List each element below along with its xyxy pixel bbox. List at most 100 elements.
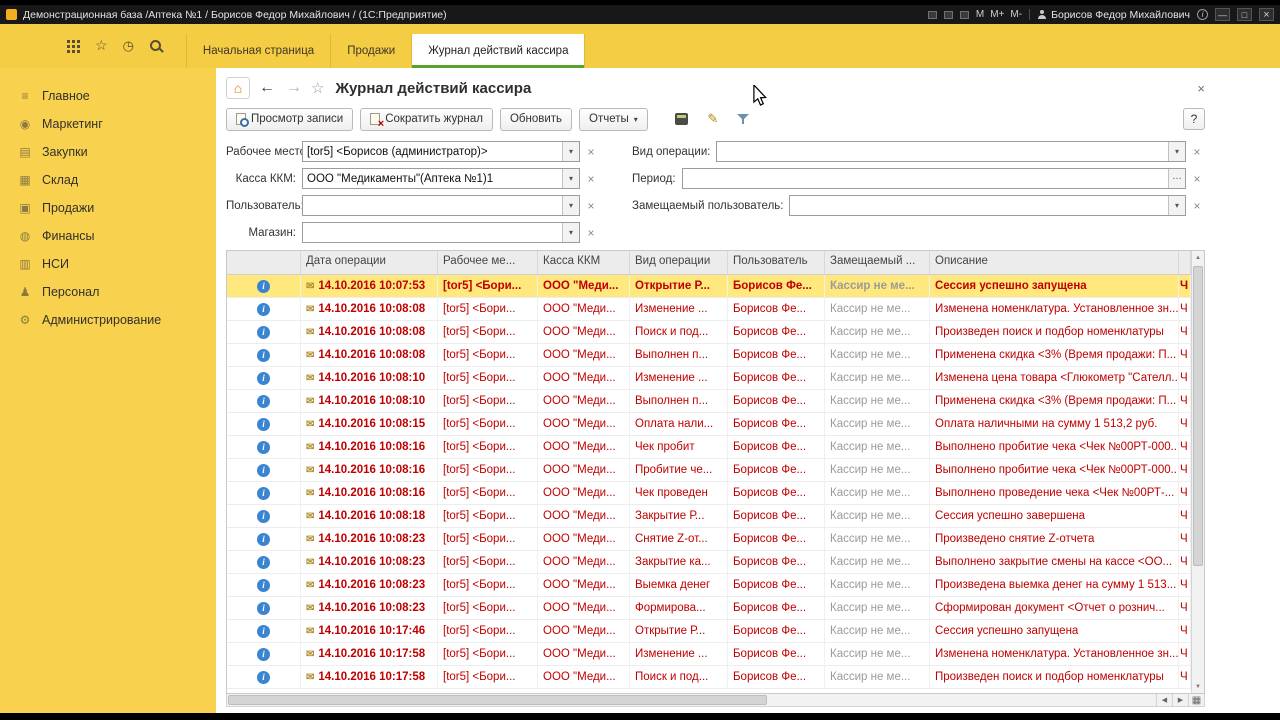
- table-row-4[interactable]: 14.10.2016 10:08:10[tor5] <Бори...ООО "М…: [227, 367, 1191, 390]
- clear-button[interactable]: [583, 226, 599, 240]
- table-row-13[interactable]: 14.10.2016 10:08:23[tor5] <Бори...ООО "М…: [227, 574, 1191, 597]
- column-header-2[interactable]: Рабочее ме...: [438, 251, 538, 274]
- filter-field[interactable]: [789, 195, 1186, 216]
- minimize-button[interactable]: [1215, 8, 1230, 21]
- sidebar-item-0[interactable]: ≡Главное: [0, 82, 216, 110]
- dropdown-button[interactable]: [562, 169, 579, 188]
- reports-button[interactable]: Отчеты: [579, 108, 648, 131]
- forward-button[interactable]: [284, 79, 304, 97]
- dropdown-button[interactable]: [562, 196, 579, 215]
- back-button[interactable]: [257, 79, 277, 97]
- column-header-0[interactable]: [227, 251, 301, 274]
- column-header-8[interactable]: [1179, 251, 1191, 274]
- memory-button-0[interactable]: М: [976, 9, 984, 20]
- vscroll-thumb[interactable]: [1193, 266, 1203, 566]
- table-row-11[interactable]: 14.10.2016 10:08:23[tor5] <Бори...ООО "М…: [227, 528, 1191, 551]
- clear-button[interactable]: [583, 172, 599, 186]
- table-row-3[interactable]: 14.10.2016 10:08:08[tor5] <Бори...ООО "М…: [227, 344, 1191, 367]
- ellipsis-button[interactable]: [1168, 169, 1185, 188]
- sidebar-item-3[interactable]: ▦Склад: [0, 166, 216, 194]
- favorites-star-icon[interactable]: [95, 37, 108, 55]
- add-favorite-icon[interactable]: [311, 79, 324, 97]
- table-row-15[interactable]: 14.10.2016 10:17:46[tor5] <Бори...ООО "М…: [227, 620, 1191, 643]
- dropdown-button[interactable]: [562, 223, 579, 242]
- view-record-button[interactable]: Просмотр записи: [226, 108, 353, 131]
- table-row-5[interactable]: 14.10.2016 10:08:10[tor5] <Бори...ООО "М…: [227, 390, 1191, 413]
- history-icon[interactable]: [123, 37, 134, 55]
- memory-button-1[interactable]: М+: [990, 9, 1004, 20]
- filter-field[interactable]: [302, 222, 580, 243]
- clear-button[interactable]: [1189, 145, 1205, 159]
- table-settings-icon[interactable]: [1188, 694, 1204, 706]
- hscroll-thumb[interactable]: [228, 695, 767, 705]
- column-header-1[interactable]: Дата операции: [301, 251, 438, 274]
- table-row-8[interactable]: 14.10.2016 10:08:16[tor5] <Бори...ООО "М…: [227, 459, 1191, 482]
- scroll-right-icon[interactable]: [1172, 694, 1188, 706]
- sidebar-item-7[interactable]: ♟Персонал: [0, 278, 216, 306]
- search-icon[interactable]: [149, 39, 164, 54]
- column-header-3[interactable]: Касса ККМ: [538, 251, 630, 274]
- table-row-10[interactable]: 14.10.2016 10:08:18[tor5] <Бори...ООО "М…: [227, 505, 1191, 528]
- maximize-button[interactable]: [1237, 8, 1252, 21]
- tab-1[interactable]: Продажи: [331, 34, 412, 68]
- dropdown-button[interactable]: [562, 142, 579, 161]
- kkm-device-button[interactable]: [670, 108, 694, 131]
- sidebar-item-6[interactable]: ▥НСИ: [0, 250, 216, 278]
- clear-button[interactable]: [583, 199, 599, 213]
- clear-button[interactable]: [583, 145, 599, 159]
- dropdown-button[interactable]: [1168, 196, 1185, 215]
- close-window-button[interactable]: [1259, 8, 1274, 21]
- filter-field[interactable]: [682, 168, 1186, 189]
- horizontal-scrollbar[interactable]: [226, 694, 1205, 707]
- table-row-16[interactable]: 14.10.2016 10:17:58[tor5] <Бори...ООО "М…: [227, 643, 1191, 666]
- current-user-button[interactable]: Борисов Федор Михайлович: [1037, 9, 1190, 21]
- dropdown-button[interactable]: [1168, 142, 1185, 161]
- filter-button[interactable]: [732, 108, 756, 131]
- user-cell: Борисов Фе...: [728, 275, 825, 297]
- edit-button[interactable]: [701, 108, 725, 131]
- sidebar-item-2[interactable]: ▤Закупки: [0, 138, 216, 166]
- sidebar-item-1[interactable]: ◉Маркетинг: [0, 110, 216, 138]
- memory-button-2[interactable]: М-: [1010, 9, 1022, 20]
- refresh-button[interactable]: Обновить: [500, 108, 572, 131]
- tab-0[interactable]: Начальная страница: [186, 34, 331, 68]
- scroll-down-icon[interactable]: [1192, 680, 1204, 693]
- tab-2[interactable]: Журнал действий кассира: [412, 34, 585, 68]
- table-row-12[interactable]: 14.10.2016 10:08:23[tor5] <Бори...ООО "М…: [227, 551, 1191, 574]
- scroll-up-icon[interactable]: [1192, 251, 1204, 264]
- panel-icon-3[interactable]: [960, 11, 969, 19]
- filter-field[interactable]: ООО "Медикаменты"(Аптека №1)1: [302, 168, 580, 189]
- main-menu-grid-icon[interactable]: [66, 39, 80, 53]
- clear-button[interactable]: [1189, 199, 1205, 213]
- column-header-5[interactable]: Пользователь: [728, 251, 825, 274]
- table-row-0[interactable]: 14.10.2016 10:07:53[tor5] <Бори...ООО "М…: [227, 275, 1191, 298]
- column-header-4[interactable]: Вид операции: [630, 251, 728, 274]
- vscroll-track[interactable]: [1192, 264, 1204, 680]
- sidebar-item-4[interactable]: ▣Продажи: [0, 194, 216, 222]
- table-row-6[interactable]: 14.10.2016 10:08:15[tor5] <Бори...ООО "М…: [227, 413, 1191, 436]
- help-button[interactable]: ?: [1183, 108, 1205, 130]
- table-row-14[interactable]: 14.10.2016 10:08:23[tor5] <Бори...ООО "М…: [227, 597, 1191, 620]
- hscroll-track[interactable]: [227, 694, 1156, 706]
- home-button[interactable]: [226, 77, 250, 99]
- vertical-scrollbar[interactable]: [1191, 251, 1204, 693]
- table-row-2[interactable]: 14.10.2016 10:08:08[tor5] <Бори...ООО "М…: [227, 321, 1191, 344]
- table-row-7[interactable]: 14.10.2016 10:08:16[tor5] <Бори...ООО "М…: [227, 436, 1191, 459]
- panel-icon-1[interactable]: [928, 11, 937, 19]
- filter-field[interactable]: [tor5] <Борисов (администратор)>: [302, 141, 580, 162]
- form-close-button[interactable]: [1197, 81, 1205, 96]
- table-row-17[interactable]: 14.10.2016 10:17:58[tor5] <Бори...ООО "М…: [227, 666, 1191, 689]
- filter-field[interactable]: [716, 141, 1186, 162]
- filter-field[interactable]: [302, 195, 580, 216]
- column-header-6[interactable]: Замещаемый ...: [825, 251, 930, 274]
- panel-icon-2[interactable]: [944, 11, 953, 19]
- truncate-journal-button[interactable]: Сократить журнал: [360, 108, 493, 131]
- scroll-left-icon[interactable]: [1156, 694, 1172, 706]
- about-info-icon[interactable]: [1197, 9, 1208, 20]
- sidebar-item-5[interactable]: ◍Финансы: [0, 222, 216, 250]
- clear-button[interactable]: [1189, 172, 1205, 186]
- column-header-7[interactable]: Описание: [930, 251, 1179, 274]
- sidebar-item-8[interactable]: ⚙Администрирование: [0, 306, 216, 334]
- table-row-1[interactable]: 14.10.2016 10:08:08[tor5] <Бори...ООО "М…: [227, 298, 1191, 321]
- table-row-9[interactable]: 14.10.2016 10:08:16[tor5] <Бори...ООО "М…: [227, 482, 1191, 505]
